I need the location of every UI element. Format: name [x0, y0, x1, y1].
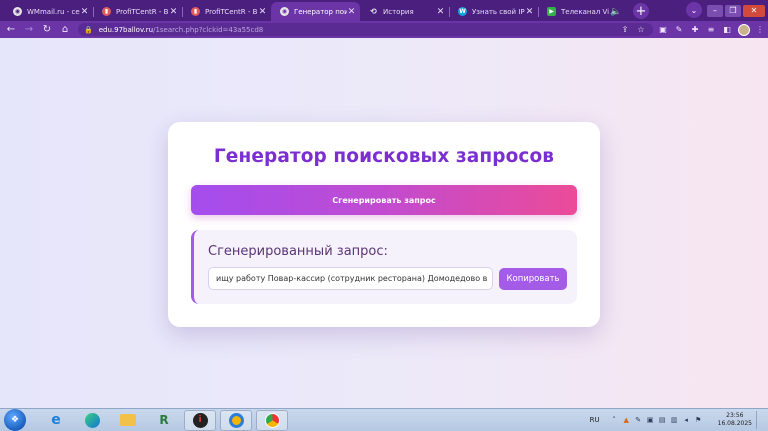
minimize-button[interactable]: – — [707, 4, 723, 17]
generated-query-field[interactable]: ищу работу Повар-кассир (сотрудник ресто… — [208, 267, 493, 290]
extension-icon[interactable]: ✎ — [673, 24, 685, 36]
reload-icon: ↻ — [42, 24, 52, 35]
restore-button[interactable]: ❐ — [725, 4, 741, 17]
browser-tab[interactable]: ▶ Телеканал Via 🔈 — [538, 2, 627, 21]
clock[interactable]: 23:56 16.08.2025 — [718, 412, 752, 428]
result-title: Сгенерированный запрос: — [208, 244, 388, 259]
chevron-down-icon: ⌄ — [690, 5, 698, 15]
tray-app-icon[interactable]: ▤ — [658, 416, 667, 425]
pen-icon[interactable]: ✎ — [634, 416, 643, 425]
browser-toolbar: ← → ↻ ⌂ 🔒 edu.97ballov.ru/1search.php?cl… — [0, 21, 768, 38]
language-indicator[interactable]: RU — [590, 416, 600, 424]
speaker-icon[interactable]: 🔈 — [609, 7, 623, 17]
browser-tab[interactable]: W Узнать свой IP ад ✕ — [449, 2, 538, 21]
browser-tab[interactable]: ◉ WMmail.ru - серв ✕ — [4, 2, 93, 21]
forward-button[interactable]: → — [22, 23, 36, 37]
close-tab-icon[interactable]: ✕ — [347, 7, 356, 17]
extensions-puzzle-icon[interactable]: ✚ — [689, 24, 701, 36]
browser-tab-active[interactable]: ◉ Генератор поиско ✕ — [271, 2, 360, 21]
tab-title: ProfiTCentR - Вып — [116, 7, 169, 16]
copy-button[interactable]: Копировать — [499, 268, 567, 290]
taskbar-apps: e R i — [40, 409, 292, 431]
bookmark-star-icon[interactable]: ☆ — [635, 25, 647, 34]
tab-search-button[interactable]: ⌄ — [686, 2, 702, 18]
show-desktop-button[interactable] — [756, 411, 764, 429]
w-logo-icon: W — [458, 7, 467, 16]
tab-title: Генератор поиско — [294, 7, 347, 16]
tab-title: Телеканал Via — [561, 7, 609, 16]
avatar[interactable] — [738, 23, 750, 36]
close-tab-icon[interactable]: ✕ — [80, 7, 89, 17]
windows-logo-icon: ❖ — [10, 415, 20, 425]
site-info-icon[interactable]: 🔒 — [84, 26, 93, 34]
tab-title: Узнать свой IP ад — [472, 7, 525, 16]
arrow-right-icon: → — [24, 24, 34, 35]
flag-icon[interactable]: ⚑ — [694, 416, 703, 425]
chromium-icon: ◉ — [280, 7, 289, 16]
close-tab-icon[interactable]: ✕ — [436, 7, 445, 17]
tab-title: История — [383, 7, 414, 16]
page-content: Генератор поисковых запросов Сгенерирова… — [0, 38, 768, 408]
bar-chart-icon: ▮ — [191, 7, 200, 16]
url-host: edu.97ballov.ru — [98, 25, 154, 34]
chromium-icon: ◉ — [13, 7, 22, 16]
bar-chart-icon: ▮ — [102, 7, 111, 16]
browser-tab-strip: ◉ WMmail.ru - серв ✕ ▮ ProfiTCentR - Вып… — [0, 0, 768, 21]
home-icon: ⌂ — [61, 24, 69, 35]
generate-query-button[interactable]: Сгенерировать запрос — [191, 185, 577, 215]
tab-title: ProfiTCentR - Вып — [205, 7, 258, 16]
volume-icon[interactable]: ◂ — [682, 416, 691, 425]
history-icon: ⟲ — [370, 7, 377, 16]
window-controls: – ❐ ✕ — [705, 0, 768, 21]
tab-title: WMmail.ru - серв — [27, 7, 80, 16]
chevron-up-icon[interactable]: ˄ — [610, 416, 619, 425]
chrome-icon[interactable] — [256, 409, 288, 431]
network-icon[interactable]: ▥ — [670, 416, 679, 425]
windows-taskbar: ❖ e R i RU ˄ ▲ ✎ ▣ ▤ ▥ ◂ ⚑ 23:56 16.08.2… — [0, 408, 768, 431]
extension-icon[interactable]: ▣ — [657, 24, 669, 36]
arrow-left-icon: ← — [6, 24, 16, 35]
generator-card: Генератор поисковых запросов Сгенерирова… — [168, 122, 600, 327]
play-icon: ▶ — [547, 7, 556, 16]
system-tray: RU ˄ ▲ ✎ ▣ ▤ ▥ ◂ ⚑ 23:56 16.08.2025 — [590, 411, 764, 429]
address-bar[interactable]: 🔒 edu.97ballov.ru/1search.php?clckid=43a… — [78, 23, 653, 36]
reload-button[interactable]: ↻ — [40, 23, 54, 37]
close-window-button[interactable]: ✕ — [743, 4, 765, 17]
side-panel-icon[interactable]: ◧ — [721, 24, 733, 36]
share-icon[interactable]: ⇪ — [619, 25, 631, 34]
start-button[interactable]: ❖ — [4, 409, 26, 431]
app-i-icon[interactable]: i — [184, 409, 216, 431]
close-tab-icon[interactable]: ✕ — [169, 7, 178, 17]
app-r-icon[interactable]: R — [148, 410, 180, 431]
edge-icon[interactable] — [76, 410, 108, 431]
close-tab-icon[interactable]: ✕ — [258, 7, 267, 17]
back-button[interactable]: ← — [4, 23, 18, 37]
close-tab-icon[interactable]: ✕ — [525, 7, 534, 17]
page-title: Генератор поисковых запросов — [213, 146, 555, 167]
url-path: /1search.php?clckid=43a55cd8 — [153, 25, 264, 34]
clock-time: 23:56 — [726, 412, 744, 419]
app-circle-icon[interactable] — [220, 409, 252, 431]
browser-tab[interactable]: ▮ ProfiTCentR - Вып ✕ — [182, 2, 271, 21]
menu-icon[interactable]: ⋮ — [754, 24, 766, 36]
tray-app-icon[interactable]: ▲ — [622, 416, 631, 425]
tray-app-icon[interactable]: ▣ — [646, 416, 655, 425]
home-button[interactable]: ⌂ — [58, 23, 72, 37]
internet-explorer-icon[interactable]: e — [40, 410, 72, 431]
reading-list-icon[interactable]: ≡ — [705, 24, 717, 36]
result-panel: Сгенерированный запрос: ищу работу Повар… — [191, 230, 577, 304]
clock-date: 16.08.2025 — [717, 420, 752, 427]
browser-tab[interactable]: ▮ ProfiTCentR - Вып ✕ — [93, 2, 182, 21]
browser-tab[interactable]: ⟲ История ✕ — [360, 2, 449, 21]
file-explorer-icon[interactable] — [112, 410, 144, 431]
new-tab-button[interactable]: + — [633, 3, 649, 19]
